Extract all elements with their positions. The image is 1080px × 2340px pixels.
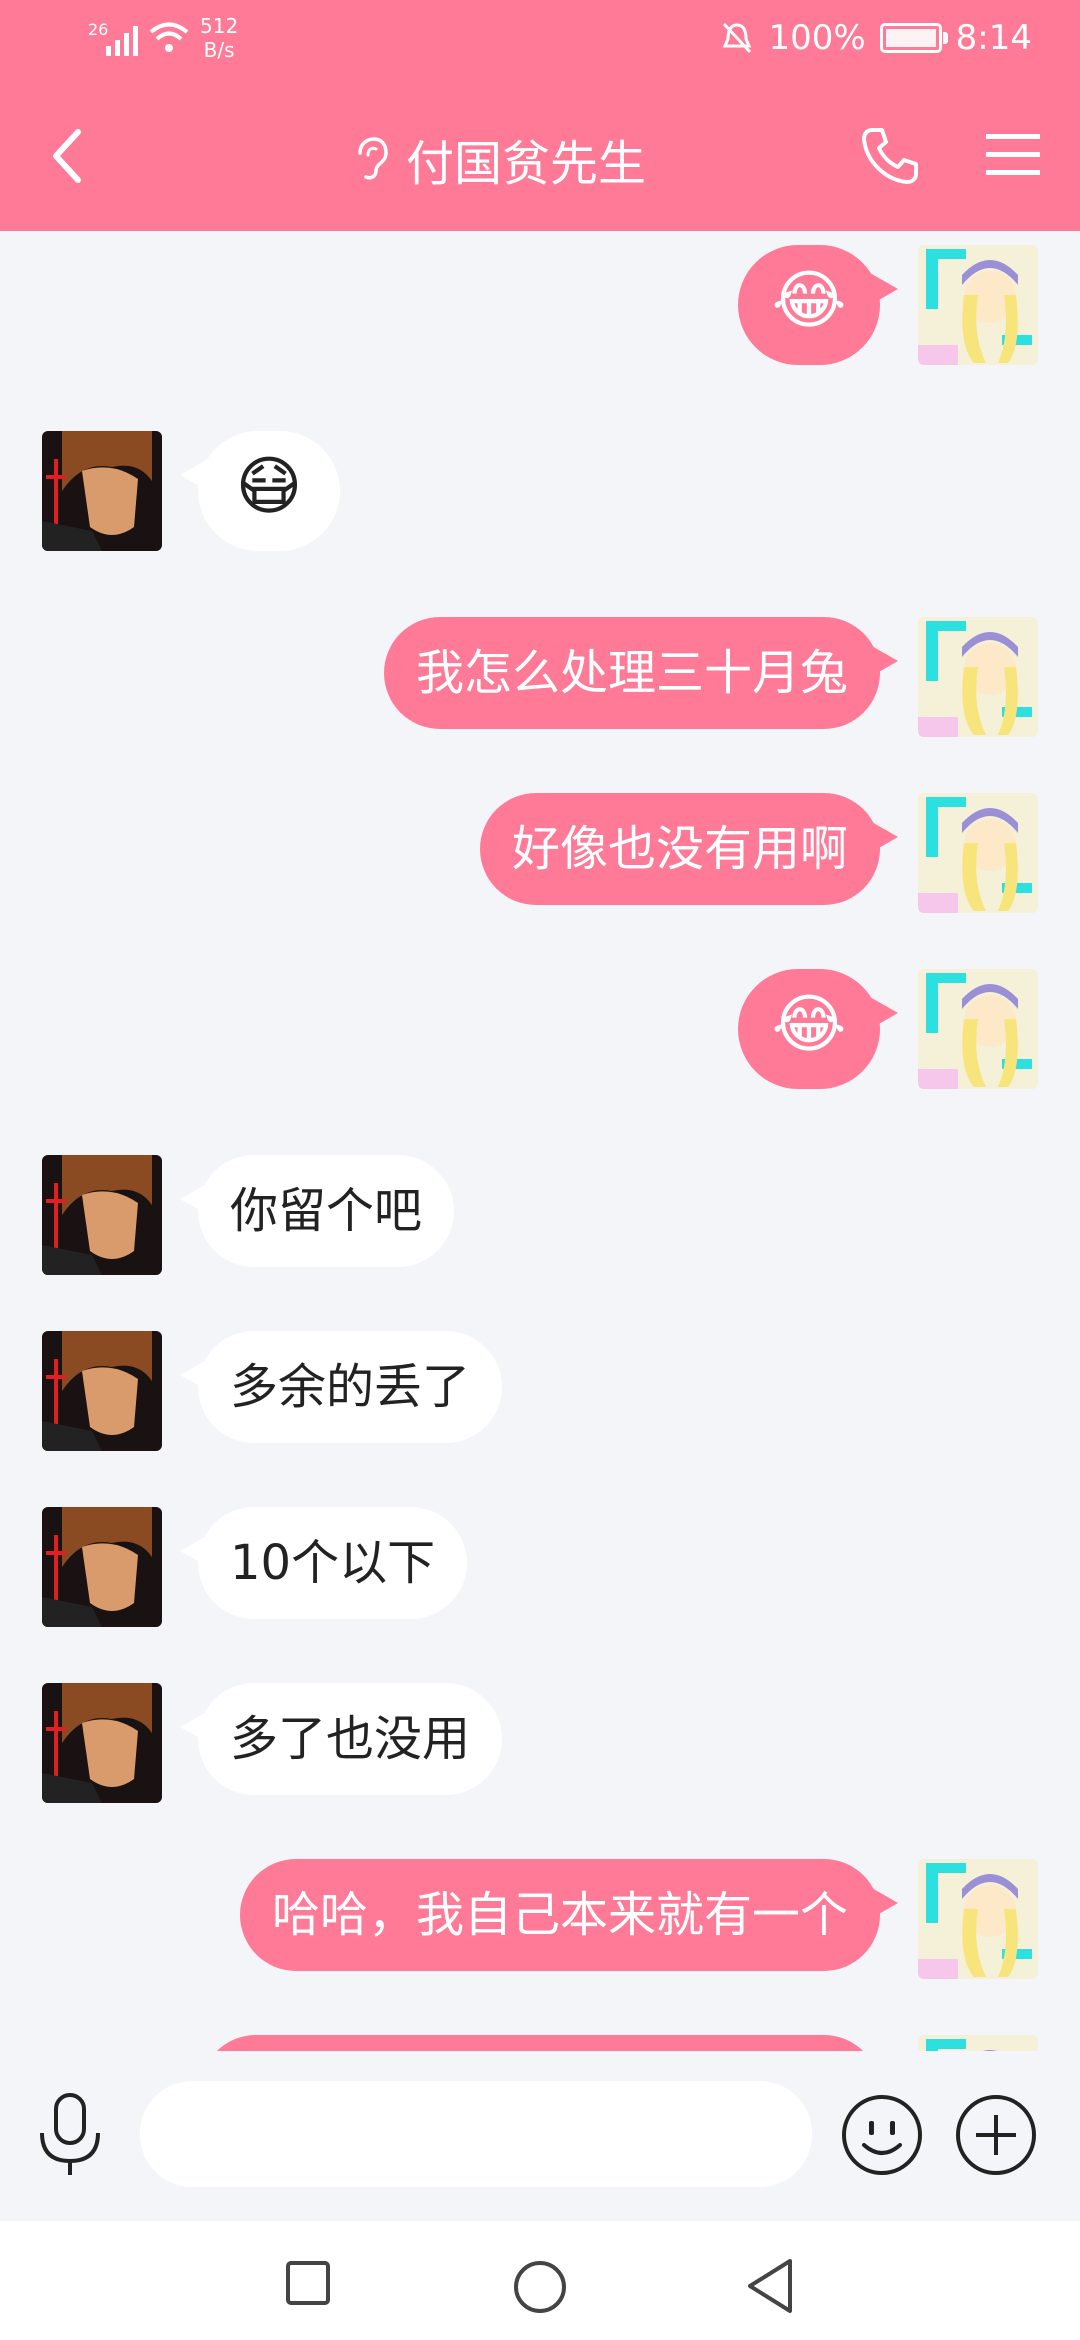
my-avatar[interactable] [918, 969, 1038, 1089]
anime-girl-avatar-icon [918, 969, 1038, 1089]
anime-girl-avatar-icon [918, 1859, 1038, 1979]
tears-of-joy-emoji: 😂 [771, 264, 847, 338]
contact-name: 付国贫先生 [406, 136, 647, 192]
message-bubble[interactable]: 多了也没用 [179, 1683, 503, 1795]
my-avatar[interactable] [918, 245, 1038, 365]
contact-avatar[interactable] [42, 1155, 162, 1275]
tears-of-joy-emoji: 😂 [771, 988, 847, 1062]
add-attachment-icon[interactable] [954, 2093, 1038, 2177]
microphone-icon[interactable] [34, 2091, 106, 2179]
back-arrow-icon[interactable] [40, 126, 100, 186]
composer-bar [0, 2051, 1080, 2221]
contact-avatar[interactable] [42, 431, 162, 551]
message-bubble[interactable]: 我怎么处理三十月兔 [383, 617, 899, 729]
battery-percent: 100% [768, 18, 866, 58]
battery-icon [879, 23, 948, 53]
message-bubble[interactable]: 😂 [738, 245, 898, 365]
message-bubble[interactable]: 你留个吧 [179, 1155, 455, 1267]
system-nav-bar [0, 2221, 1080, 2340]
message-list[interactable]: 😂 😷 我怎么处理三十月兔 好像也没有用啊 😂 你留个吧 多余的丢了 10个以下… [0, 231, 1080, 2051]
man-portrait-avatar-icon [42, 1331, 162, 1451]
contact-avatar[interactable] [42, 1331, 162, 1451]
menu-icon[interactable] [986, 132, 1040, 176]
emoji-picker-icon[interactable] [840, 2093, 924, 2177]
man-portrait-avatar-icon [42, 1507, 162, 1627]
man-portrait-avatar-icon [42, 431, 162, 551]
anime-girl-avatar-icon [918, 617, 1038, 737]
wifi-icon [149, 22, 189, 52]
home-icon[interactable] [512, 2259, 568, 2315]
my-avatar[interactable] [918, 793, 1038, 913]
contact-avatar[interactable] [42, 1683, 162, 1803]
anime-girl-avatar-icon [918, 793, 1038, 913]
man-portrait-avatar-icon [42, 1155, 162, 1275]
man-portrait-avatar-icon [42, 1683, 162, 1803]
my-avatar[interactable] [918, 2035, 1038, 2051]
clock: 8:14 [955, 18, 1032, 58]
status-bar: 26 512 B/s 100% 8:14 [0, 0, 1080, 80]
message-input[interactable] [140, 2081, 812, 2187]
anime-girl-avatar-icon [918, 2035, 1038, 2051]
face-emoji: 😷 [235, 450, 303, 524]
recent-apps-icon[interactable] [286, 2261, 330, 2305]
message-bubble[interactable]: 😂 [738, 969, 898, 1089]
app-header: 26 512 B/s 100% 8:14 付国贫先生 [0, 0, 1080, 231]
mute-bell-icon [723, 22, 752, 54]
message-bubble[interactable]: 10个以下 [179, 1507, 468, 1619]
message-bubble[interactable]: 多余的丢了 [179, 1331, 503, 1443]
message-bubble[interactable]: 😷 [180, 431, 340, 551]
message-bubble-partial[interactable] [200, 2035, 880, 2051]
ear-icon [358, 137, 388, 180]
network-speed: 512 B/s [200, 14, 239, 62]
message-bubble[interactable]: 哈哈，我自己本来就有一个 [239, 1859, 899, 1971]
back-icon[interactable] [744, 2257, 798, 2315]
message-bubble[interactable]: 好像也没有用啊 [479, 793, 899, 905]
phone-icon[interactable] [858, 124, 922, 188]
title-bar: 付国贫先生 [0, 110, 1080, 210]
status-right: 100% 8:14 [720, 18, 1032, 58]
my-avatar[interactable] [918, 1859, 1038, 1979]
chat-title: 付国贫先生 [350, 124, 646, 194]
my-avatar[interactable] [918, 617, 1038, 737]
contact-avatar[interactable] [42, 1507, 162, 1627]
anime-girl-avatar-icon [918, 245, 1038, 365]
signal-icon [106, 26, 138, 56]
